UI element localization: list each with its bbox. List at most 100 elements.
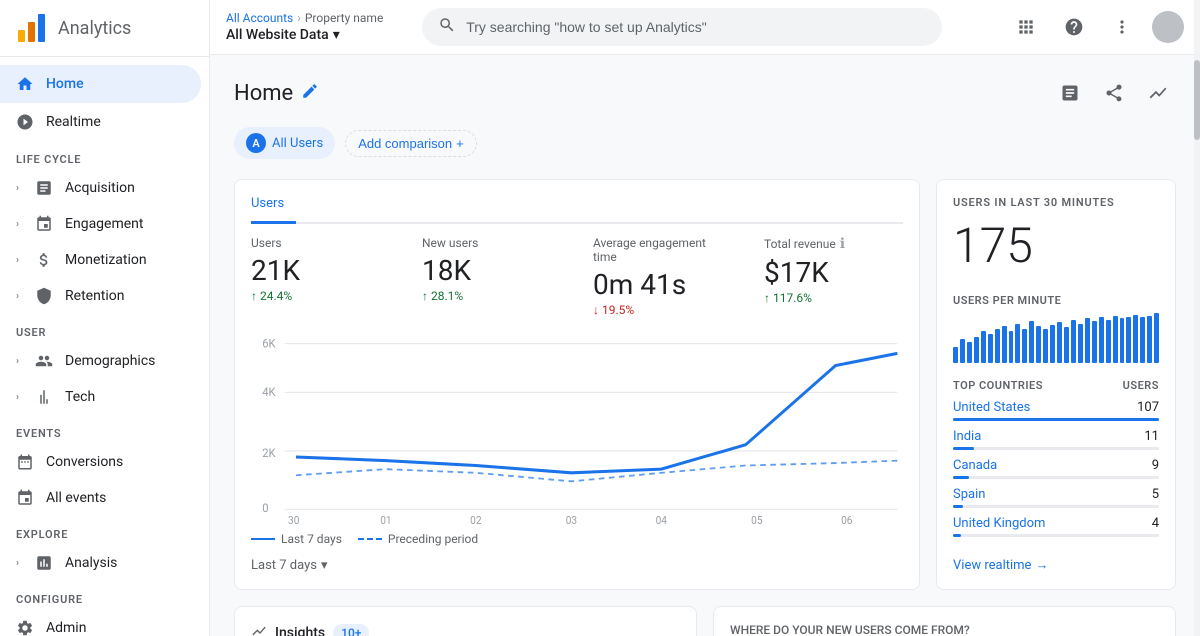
users-label: USERS: [1123, 379, 1159, 392]
tech-icon: [35, 388, 53, 406]
property-dropdown-icon: ▾: [333, 27, 340, 43]
insights-header: Insights 10+: [251, 623, 680, 636]
country-row: India 11: [953, 429, 1159, 450]
metric-tab-label: Users: [251, 196, 284, 211]
sidebar-item-tech[interactable]: › Tech: [0, 379, 209, 415]
country-name[interactable]: United States: [953, 400, 1030, 415]
realtime-icon: [16, 113, 34, 131]
metrics-tab-users[interactable]: Users: [251, 196, 296, 224]
app-name: Analytics: [58, 18, 131, 39]
mini-bar: [1147, 316, 1152, 363]
chevron-right-icon: ›: [16, 183, 19, 194]
share-icon-button[interactable]: [1096, 75, 1132, 111]
lifecycle-section-label: LIFE CYCLE: [0, 141, 209, 170]
add-comparison-button[interactable]: Add comparison +: [345, 130, 477, 157]
mini-bar: [1085, 318, 1090, 363]
scrollbar-track[interactable]: [1194, 0, 1200, 636]
sidebar-item-demographics[interactable]: › Demographics: [0, 343, 209, 379]
topbar-actions: [1008, 9, 1184, 45]
breadcrumb-root[interactable]: All Accounts: [226, 11, 293, 25]
breadcrumb-child: Property name: [305, 11, 383, 25]
legend-solid-label: Last 7 days: [281, 532, 342, 546]
retention-icon: [35, 287, 53, 305]
metric-revenue-value: $17K: [764, 256, 903, 289]
mini-bar: [1120, 318, 1125, 363]
page-actions: [1052, 75, 1176, 111]
sidebar-item-engagement[interactable]: › Engagement: [0, 206, 209, 242]
sidebar-item-monetization[interactable]: › Monetization: [0, 242, 209, 278]
svg-text:06: 06: [841, 514, 852, 524]
info-icon: ℹ: [840, 236, 845, 252]
country-name-row: United States 107: [953, 400, 1159, 415]
sidebar-header: Analytics: [0, 0, 209, 57]
admin-label: Admin: [46, 620, 86, 636]
apps-icon-button[interactable]: [1008, 9, 1044, 45]
mini-bar: [1057, 322, 1062, 363]
mini-bar: [1050, 325, 1055, 363]
property-selector[interactable]: All Website Data ▾: [226, 27, 383, 43]
search-bar[interactable]: [422, 8, 942, 46]
country-count: 5: [1152, 487, 1159, 502]
sidebar-item-admin[interactable]: Admin: [0, 610, 209, 636]
conversions-icon: [16, 453, 34, 471]
breadcrumb-separator: ›: [297, 11, 301, 25]
page-header: Home: [234, 75, 1176, 111]
page-edit-icon[interactable]: [301, 82, 319, 104]
sidebar-item-acquisition[interactable]: › Acquisition: [0, 170, 209, 206]
view-realtime-link[interactable]: View realtime →: [953, 545, 1159, 573]
country-name[interactable]: Spain: [953, 487, 985, 502]
chart-area: 6K 4K 2K 0 30: [251, 329, 903, 524]
sidebar-nav: Home Realtime LIFE CYCLE › Acquisition ›…: [0, 57, 209, 636]
mini-bar: [1126, 317, 1131, 363]
country-name[interactable]: Canada: [953, 458, 997, 473]
svg-text:2K: 2K: [262, 446, 276, 461]
top-countries-label: TOP COUNTRIES: [953, 379, 1043, 392]
metric-engagement-label: Average engagement time: [593, 236, 732, 264]
legend-dashed-line: [358, 538, 382, 540]
insights-label: Insights: [275, 625, 325, 636]
country-row: Canada 9: [953, 458, 1159, 479]
main-card: Users Users 21K ↑ 24.4% New users 18K ↑ …: [234, 179, 920, 590]
country-name[interactable]: United Kingdom: [953, 516, 1045, 531]
metric-revenue: Total revenue ℹ $17K ↑ 117.6%: [764, 236, 903, 317]
country-name[interactable]: India: [953, 429, 981, 444]
mini-bar: [1106, 320, 1111, 363]
user-avatar[interactable]: [1152, 11, 1184, 43]
metric-new-users: New users 18K ↑ 28.1%: [422, 236, 561, 317]
metric-engagement: Average engagement time 0m 41s ↓ 19.5%: [593, 236, 732, 317]
cards-row: Users Users 21K ↑ 24.4% New users 18K ↑ …: [234, 179, 1176, 590]
metric-revenue-change: ↑ 117.6%: [764, 291, 903, 305]
countries-list: United States 107 India 11 Canada 9: [953, 400, 1159, 545]
mini-bar: [995, 329, 1000, 363]
chart-svg: 6K 4K 2K 0 30: [251, 329, 903, 524]
customize-report-icon-button[interactable]: [1052, 75, 1088, 111]
sidebar-item-realtime[interactable]: Realtime: [0, 103, 201, 141]
breadcrumb: All Accounts › Property name: [226, 11, 383, 25]
mini-bar: [1036, 326, 1041, 363]
sidebar-item-retention[interactable]: › Retention: [0, 278, 209, 314]
help-icon-button[interactable]: [1056, 9, 1092, 45]
analytics-logo-icon: [16, 12, 48, 44]
search-input[interactable]: [466, 19, 926, 35]
mini-bar: [981, 331, 986, 363]
country-bar-track: [953, 534, 1159, 537]
all-users-chip[interactable]: A All Users: [234, 127, 335, 159]
mini-bar: [960, 339, 965, 363]
more-vert-icon-button[interactable]: [1104, 9, 1140, 45]
scrollbar-thumb[interactable]: [1194, 60, 1200, 140]
demographics-label: Demographics: [65, 353, 155, 369]
sidebar-item-all-events[interactable]: All events: [0, 480, 209, 516]
acquisition-label: Acquisition: [65, 180, 135, 196]
date-range-dropdown-icon: ▾: [321, 558, 328, 573]
sidebar-item-home[interactable]: Home: [0, 65, 201, 103]
explore-section-label: EXPLORE: [0, 516, 209, 545]
insights-icon-button[interactable]: [1140, 75, 1176, 111]
metrics-row: Users 21K ↑ 24.4% New users 18K ↑ 28.1% …: [251, 236, 903, 317]
metrics-tabs: Users: [251, 196, 903, 224]
chip-avatar: A: [246, 133, 266, 153]
sidebar-item-analysis[interactable]: › Analysis: [0, 545, 209, 581]
events-section-label: EVENTS: [0, 415, 209, 444]
chevron-right-icon: ›: [16, 392, 19, 403]
date-range-selector[interactable]: Last 7 days ▾: [251, 558, 903, 573]
sidebar-item-conversions[interactable]: Conversions: [0, 444, 209, 480]
